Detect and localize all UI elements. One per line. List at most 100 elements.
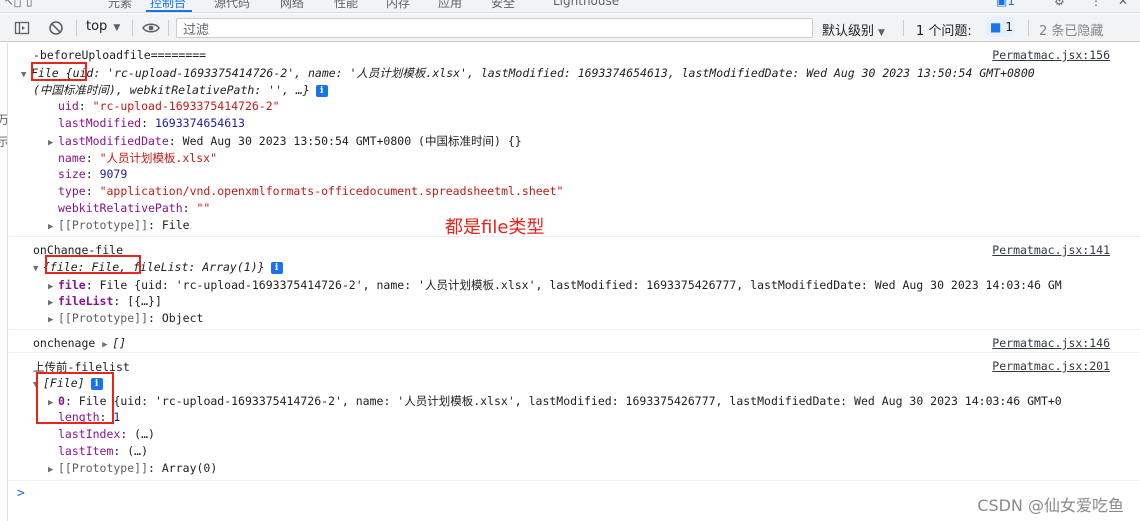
toolbar-divider [76,20,77,36]
prop-key: [[Prototype]] [58,461,149,475]
prop-row[interactable]: ▶ [[Prototype]]: Array(0) [48,461,217,475]
tab-sources[interactable]: 源代码 [214,0,250,11]
context-label: top [86,19,108,34]
console-message-onchenage: onchenage ▶[] Permatmac.jsx:146 [9,331,1140,353]
prop-row: size: 9079 [58,167,128,181]
prop-value: "rc-upload-1693375414726-2" [92,99,280,113]
expand-arrow-icon[interactable]: ▼ [21,70,31,80]
tab-memory[interactable]: 内存 [386,0,410,11]
source-link[interactable]: Permatmac.jsx:141 [992,243,1110,257]
prop-row[interactable]: ▶ [[Prototype]]: File [48,218,190,232]
source-link[interactable]: Permatmac.jsx:156 [992,48,1110,62]
filter-input[interactable] [177,20,812,39]
settings-icon[interactable]: ⚙ [1054,0,1065,8]
prop-value: "" [196,201,211,215]
issues-label[interactable]: 1 个问题: [916,20,972,39]
prop-value: 1693374654613 [154,116,245,130]
expand-arrow-icon[interactable]: ▶ [48,282,58,292]
prop-row[interactable]: lastItem: (…) [58,444,148,458]
object-preview-cont: (中国标准时间), webkitRelativePath: '', …} i [33,82,328,98]
prop-value: [{…}] [127,294,162,308]
live-expression-eye-icon[interactable] [142,20,160,36]
source-link[interactable]: Permatmac.jsx:146 [992,336,1110,350]
object-preview-tail: (中国标准时间), webkitRelativePath: '', …} [33,83,310,97]
hidden-messages-count: 2 条已隐藏 [1039,24,1104,39]
prop-row: name: "人员计划模板.xlsx" [58,151,218,165]
prop-row: webkitRelativePath: "" [58,201,211,215]
sidebar-toggle-icon[interactable] [14,20,30,36]
annotation-text: 都是file类型 [445,217,545,238]
tab-network[interactable]: 网络 [280,0,304,11]
toolbar-divider [168,20,169,36]
tab-security[interactable]: 安全 [491,0,515,11]
source-link[interactable]: Permatmac.jsx:201 [992,359,1110,373]
expand-arrow-icon[interactable]: ▶ [48,315,58,325]
active-tab-underline [146,10,192,12]
console-toolbar: top▼ 默认级别▼ 1 个问题: ■1 2 条已隐藏 [0,14,1140,42]
console-message-filelist: 上传前-filelist Permatmac.jsx:201 ▼ [File] i … [9,354,1140,481]
prop-key: lastIndex [58,427,121,441]
prop-key: uid [58,99,79,113]
prop-row[interactable]: ▶ 0: File {uid: 'rc-upload-1693375414726-… [48,393,1062,409]
messages-icon[interactable]: ▣1 [996,0,1015,8]
message-icon: ■ [990,20,1002,34]
context-selector[interactable]: top ▼ [86,19,120,34]
prop-row[interactable]: ▶ lastModifiedDate: Wed Aug 30 2023 13:50… [48,133,522,149]
prop-value: Wed Aug 30 2023 13:50:54 GMT+0800 (中国标准时… [182,134,522,148]
issues-button[interactable]: ■ 1 [986,17,1014,37]
highlight-box [45,255,141,274]
log-title: -beforeUploadfile======== [33,48,207,62]
prop-key: file [58,278,86,292]
prop-key: fileList [58,294,114,308]
expand-arrow-icon[interactable]: ▶ [48,298,58,308]
object-preview: {uid: 'rc-upload-1693375414726-2', name:… [65,66,1035,80]
prop-key: [[Prototype]] [58,218,149,232]
expand-arrow-icon[interactable]: ▶ [102,340,112,350]
prop-value: "application/vnd.openxmlformats-officedo… [99,184,564,198]
prop-row[interactable]: ▶ fileList: [{…}] [48,294,162,308]
prop-key: lastModified [58,116,142,130]
expand-arrow-icon[interactable]: ▶ [48,465,58,475]
console-message-onchange-file: onChange-file Permatmac.jsx:141 ▼ {file: … [9,238,1140,330]
chevron-down-icon: ▼ [878,28,885,38]
expand-arrow-icon[interactable]: ▼ [33,264,43,274]
highlight-box [36,372,114,424]
prop-key: name [58,151,86,165]
clear-console-icon[interactable] [48,20,64,36]
info-icon[interactable]: i [270,261,283,274]
close-icon[interactable]: ✕ [1118,0,1128,8]
prop-value: {uid: 'rc-upload-1693375414726-2', name:… [113,394,1062,408]
log-summary[interactable]: ▼ File {uid: 'rc-upload-1693375414726-2',… [21,65,1035,81]
device-icon[interactable]: ▯ [26,0,33,8]
prop-row[interactable]: ▶ file: File {uid: 'rc-upload-16933754147… [48,277,1062,293]
inspect-icon[interactable]: ↖⃞ [4,0,21,8]
console-prompt[interactable]: > [17,486,25,501]
console-message-beforeupload: -beforeUploadfile======== Permatmac.jsx:… [9,43,1140,237]
expand-arrow-icon[interactable]: ▶ [48,222,58,232]
log-levels-label: 默认级别 [822,24,875,39]
prop-value: "人员计划模板.xlsx" [99,151,218,165]
log-levels-dropdown[interactable]: 默认级别 ▼ [822,20,885,39]
tab-performance[interactable]: 性能 [334,0,358,11]
prop-value: Array(0) [161,461,218,475]
more-icon[interactable]: ⋮ [1090,0,1102,8]
prop-row: type: "application/vnd.openxmlformats-of… [58,184,564,198]
filter-input-box[interactable] [176,18,813,39]
prop-value: (…) [134,427,155,441]
info-icon[interactable]: i [315,84,328,97]
left-cut-text: 万 [0,111,7,128]
toolbar-divider [903,20,904,36]
tab-elements[interactable]: 元素 [108,0,132,11]
expand-arrow-icon[interactable]: ▶ [48,138,58,148]
toolbar-divider [132,20,133,36]
prop-key: [[Prototype]] [58,311,149,325]
prop-key: webkitRelativePath [58,201,183,215]
chevron-down-icon: ▼ [113,23,121,33]
tab-lighthouse[interactable]: Lighthouse [553,0,619,8]
prop-row[interactable]: ▶ [[Prototype]]: Object [48,311,203,325]
prop-value: 9079 [99,167,128,181]
prop-key: type [58,184,86,198]
prop-row[interactable]: lastIndex: (…) [58,427,155,441]
prop-key: size [58,167,86,181]
tab-application[interactable]: 应用 [438,0,462,11]
